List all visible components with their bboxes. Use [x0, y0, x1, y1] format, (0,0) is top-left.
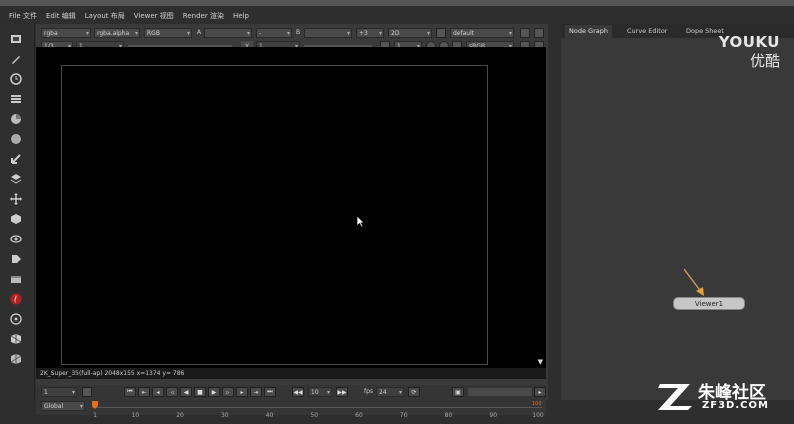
tab-curve-editor[interactable]: Curve Editor [623, 25, 671, 38]
color-icon[interactable] [9, 112, 23, 126]
viewer-node[interactable]: Viewer1 [673, 297, 745, 310]
viewer-status-bar: 2K_Super_35(full-ap) 2048x155 x=1374 y= … [36, 368, 546, 379]
timeline-tick-label: 80 [444, 412, 453, 419]
range-mode-dropdown[interactable]: Global [41, 401, 85, 411]
zoom-dropdown[interactable]: +3 [356, 28, 384, 38]
viewer-menu-arrow-icon[interactable]: ▼ [538, 358, 543, 366]
input-a-label: A [197, 29, 202, 36]
timeline-tick-label: 1 [93, 412, 97, 419]
play-backward-button[interactable]: ◀ [180, 387, 192, 397]
input-b-dropdown[interactable] [304, 28, 352, 38]
end-frame-marker: 100 [532, 401, 542, 407]
channel-icon[interactable] [9, 92, 23, 106]
furnace-icon[interactable] [9, 292, 23, 306]
roi-icon[interactable] [520, 28, 530, 38]
fullframe-icon[interactable] [534, 28, 544, 38]
prev-frame-button[interactable]: ◃ [166, 387, 178, 397]
timeline-tick-label: 30 [220, 412, 229, 419]
timeline-tick-label: 40 [265, 412, 274, 419]
timeline-tick-label: 100 [532, 412, 544, 419]
skip-back-button[interactable]: ◀◀ [292, 387, 304, 397]
in-out-field[interactable] [468, 388, 532, 396]
viewer-viewport[interactable]: ▼ [36, 47, 546, 368]
timeline-tick-label: 20 [176, 412, 184, 419]
prev-increment-button[interactable]: ◂ [152, 387, 164, 397]
lut-dropdown[interactable]: default [450, 28, 514, 38]
format-frame [61, 65, 488, 365]
timeline-tick-label: 10 [131, 412, 140, 419]
timeline-tick-label: 50 [310, 412, 319, 419]
next-frame-button[interactable]: ▹ [222, 387, 234, 397]
skip-forward-button[interactable]: ▶▶ [336, 387, 348, 397]
plugin-icon[interactable] [9, 332, 23, 346]
playback-mode-button[interactable]: ⟳ [408, 387, 420, 397]
menu-help[interactable]: Help [233, 12, 249, 20]
display-dropdown[interactable]: RGB [144, 28, 192, 38]
tab-node-graph[interactable]: Node Graph [565, 25, 612, 38]
3d-icon[interactable] [9, 212, 23, 226]
keyer-icon[interactable] [9, 152, 23, 166]
menu-viewer[interactable]: Viewer 视图 [134, 11, 174, 21]
youku-logo-chinese: 优酷 [749, 52, 780, 70]
input-op-dropdown[interactable]: - [256, 28, 292, 38]
layer-dropdown[interactable]: rgba.alpha [94, 28, 140, 38]
next-increment-button[interactable]: ▸ [236, 387, 248, 397]
timeline-tick-label: 60 [355, 412, 363, 419]
views-icon[interactable] [9, 232, 23, 246]
skip-increment-field[interactable]: 10 [308, 387, 332, 397]
metadata-icon[interactable] [9, 252, 23, 266]
input-a-dropdown[interactable] [204, 28, 252, 38]
next-keyframe-button[interactable]: ⇥ [250, 387, 262, 397]
timeline-ruler[interactable] [92, 407, 542, 408]
playhead-icon[interactable] [92, 401, 98, 411]
play-forward-button[interactable]: ▶ [208, 387, 220, 397]
menu-render[interactable]: Render 渲染 [183, 11, 224, 21]
filter-icon[interactable] [9, 132, 23, 146]
timeline-options-button[interactable]: ▸ [534, 387, 546, 397]
youku-logo-text: YOUKU [718, 33, 780, 51]
viewer-input-arrow-icon[interactable] [680, 266, 710, 300]
view-mode-dropdown[interactable]: 2D [388, 28, 432, 38]
fps-label: fps [364, 388, 374, 395]
zf3d-watermark: 朱峰社区 ZF3D.COM [656, 378, 786, 418]
current-frame-field[interactable]: 1 [41, 387, 77, 397]
lock-icon[interactable] [436, 28, 446, 38]
stop-button[interactable]: ■ [194, 387, 206, 397]
menu-edit[interactable]: Edit 编辑 [46, 11, 76, 21]
menu-layout[interactable]: Layout 布局 [85, 11, 125, 21]
fps-field[interactable]: 24 [376, 387, 404, 397]
last-frame-button[interactable]: ⏭ [264, 387, 276, 397]
menu-bar: File 文件 Edit 编辑 Layout 布局 Viewer 视图 Rend… [0, 8, 560, 24]
image-icon[interactable] [9, 32, 23, 46]
transform-icon[interactable] [9, 192, 23, 206]
timeline-tick-label: 70 [399, 412, 408, 419]
misc-icon[interactable] [9, 352, 23, 366]
youku-watermark: YOUKU 优酷 [719, 33, 780, 71]
menu-file[interactable]: File 文件 [9, 11, 37, 21]
first-frame-button[interactable]: ⏮ [124, 387, 136, 397]
timeline-tick-label: 90 [489, 412, 498, 419]
toolsets-icon[interactable] [9, 272, 23, 286]
zf3d-domain: ZF3D.COM [702, 400, 769, 411]
timeline: 1 ⏮ ⇤ ◂ ◃ ◀ ■ ▶ ▹ ▸ ⇥ ⏭ ◀◀ 10 ▶▶ fps 24 … [36, 385, 546, 419]
other-icon[interactable] [9, 312, 23, 326]
node-graph-panel[interactable] [561, 24, 794, 400]
draw-icon[interactable] [9, 52, 23, 66]
node-toolbar [0, 24, 35, 400]
prev-keyframe-button[interactable]: ⇤ [138, 387, 150, 397]
merge-icon[interactable] [9, 172, 23, 186]
window-top-strip [0, 0, 794, 6]
frame-lock-icon[interactable] [82, 387, 92, 397]
flipbook-button[interactable]: ▣ [452, 387, 464, 397]
mouse-cursor-icon [356, 215, 365, 228]
time-icon[interactable] [9, 72, 23, 86]
input-b-label: B [296, 29, 301, 36]
channels-dropdown[interactable]: rgba [41, 28, 91, 38]
zf3d-logo-icon [658, 384, 692, 410]
viewer-controls-row-1: rgba rgba.alpha RGB A - B +3 2D default [36, 28, 548, 39]
